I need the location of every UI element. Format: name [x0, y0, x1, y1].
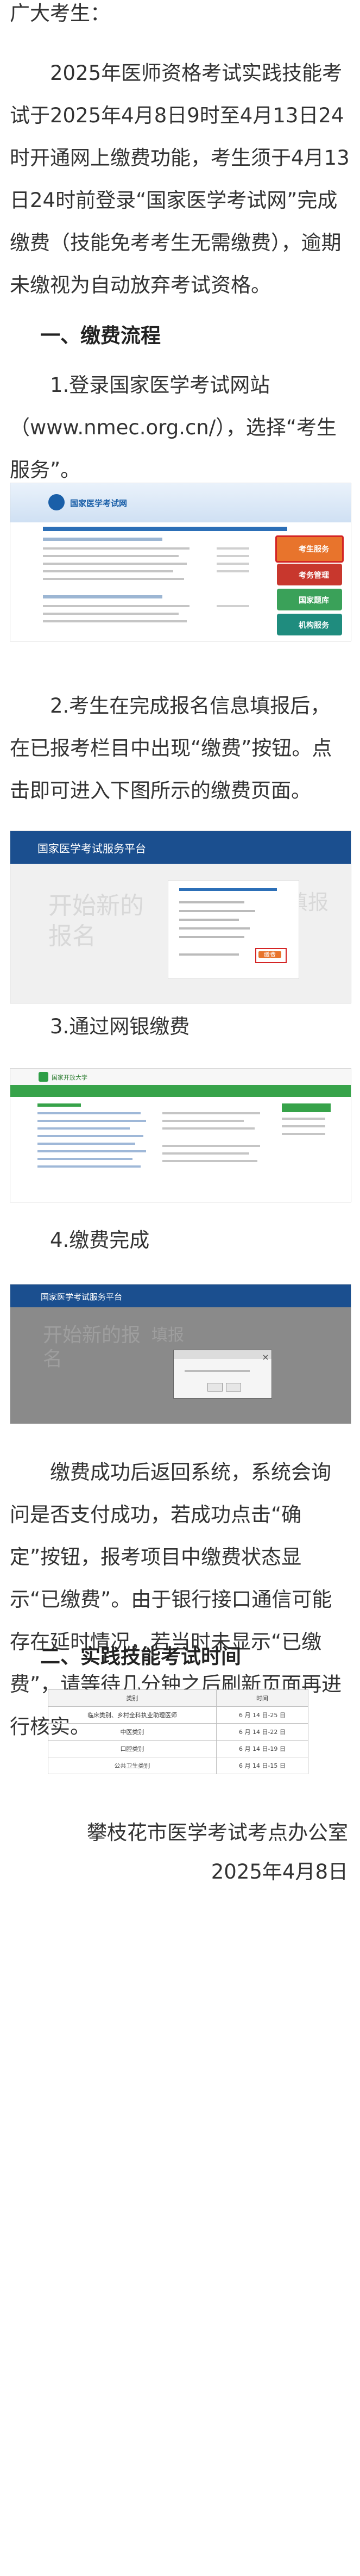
section2-heading: 二、实践技能考试时间 — [40, 1645, 241, 1668]
tile-candidate-service[interactable]: 考生服务 — [275, 535, 344, 563]
step3-text: 3.通过网银缴费 — [50, 1015, 190, 1038]
screenshot-nmec-home: 国家医学考试网 考生服务 考务管理 国家题库 机构服务 — [10, 483, 351, 641]
greeting: 广大考生： — [10, 2, 110, 25]
news-list — [43, 535, 206, 635]
step4-text: 4.缴费完成 — [50, 1228, 150, 1252]
close-icon[interactable] — [263, 1352, 268, 1360]
signature-org: 攀枝花市医学考试考点办公室 — [87, 1821, 348, 1844]
info-card: 缴费 — [168, 880, 299, 979]
tile-institution-service[interactable]: 机构服务 — [277, 614, 342, 635]
bank-logo-icon — [39, 1072, 48, 1082]
screenshot-payment-complete: 国家医学考试服务平台 开始新的报名 填报 — [10, 1284, 351, 1424]
platform-header: 国家医学考试服务平台 — [10, 831, 351, 864]
bank-header: 国家开放大学 — [10, 1069, 351, 1085]
bank-list-middle — [162, 1112, 271, 1194]
table-header-row: 类别 时间 — [48, 1689, 309, 1707]
page-body: 开始新的报名 填报 缴费 — [10, 864, 351, 1003]
bank-list-left — [37, 1112, 151, 1194]
site-header: 国家医学考试网 — [10, 483, 351, 522]
table-row: 公共卫生类别 6 月 14 日-15 日 — [48, 1757, 309, 1774]
table-row: 口腔类别 6 月 14 日-19 日 — [48, 1740, 309, 1757]
screenshot-online-banking: 国家开放大学 — [10, 1068, 351, 1202]
table-row: 中医类别 6 月 14 日-22 日 — [48, 1723, 309, 1741]
site-name: 国家医学考试网 — [70, 498, 128, 508]
table-header-category: 类别 — [48, 1689, 217, 1707]
cancel-button[interactable] — [226, 1383, 241, 1392]
exam-schedule-table: 类别 时间 临床类别、乡村全科执业助理医师 6 月 14 日-25 日 中医类别… — [48, 1689, 309, 1774]
bank-nav — [10, 1085, 351, 1097]
step1-text: 1.登录国家医学考试网站（www.nmec.org.cn/），选择“考生服务”。 — [10, 373, 337, 482]
table-header-time: 时间 — [216, 1689, 309, 1707]
site-logo-icon — [48, 494, 65, 510]
platform-header-2: 国家医学考试服务平台 — [10, 1284, 351, 1307]
pay-button[interactable]: 缴费 — [255, 948, 287, 963]
intro-paragraph: 2025年医师资格考试实践技能考试于2025年4月8日9时至4月13日24时开通… — [10, 61, 350, 297]
step2-text: 2.考生在完成报名信息填报后，在已报考栏目中出现“缴费”按钮。点击即可进入下图所… — [10, 694, 332, 802]
screenshot-payment-page: 国家医学考试服务平台 开始新的报名 填报 缴费 — [10, 831, 351, 1003]
confirm-button[interactable] — [207, 1383, 223, 1392]
section1-heading: 一、缴费流程 — [40, 324, 161, 347]
tile-exam-management[interactable]: 考务管理 — [277, 564, 342, 585]
nav-bar — [43, 527, 287, 531]
dates-column — [217, 535, 266, 617]
confirm-dialog — [173, 1350, 272, 1399]
tile-question-bank[interactable]: 国家题库 — [277, 589, 342, 610]
modal-overlay: 开始新的报名 填报 — [10, 1307, 351, 1424]
signature-date: 2025年4月8日 — [211, 1860, 348, 1883]
table-row: 临床类别、乡村全科执业助理医师 6 月 14 日-25 日 — [48, 1706, 309, 1724]
